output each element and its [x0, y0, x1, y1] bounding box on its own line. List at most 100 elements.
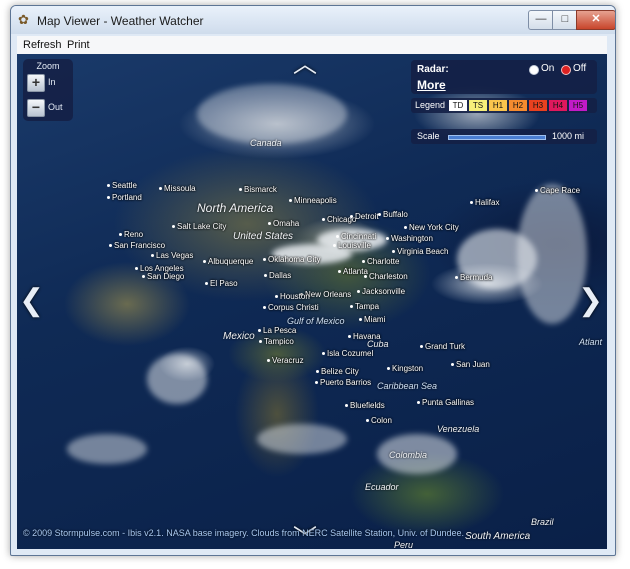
region-label: North America — [197, 201, 274, 215]
city-label: Detroit — [350, 212, 379, 221]
city-label: Oklahoma City — [263, 255, 320, 264]
city-label: Louisville — [333, 241, 371, 250]
city-label: Minneapolis — [289, 196, 337, 205]
legend-chip-ts: TS — [469, 100, 487, 111]
city-label: Cape Race — [535, 186, 580, 195]
zoom-in-button[interactable]: + — [27, 74, 45, 92]
city-label: Tampico — [259, 337, 294, 346]
city-label: Missoula — [159, 184, 196, 193]
legend-label: Legend — [415, 100, 446, 110]
legend-chip-td: TD — [449, 100, 467, 111]
radar-on-radio[interactable] — [529, 65, 539, 75]
weather-map[interactable]: ︿ ﹀ ❮ ❯ Zoom + In − Out Radar: More On O… — [17, 54, 607, 549]
city-label: La Pesca — [258, 326, 296, 335]
region-label: Atlant — [579, 337, 603, 347]
scale-bar — [448, 135, 546, 140]
city-label: Reno — [119, 230, 143, 239]
legend-chip-h5: H5 — [569, 100, 587, 111]
city-label: Veracruz — [267, 356, 304, 365]
city-label: San Francisco — [109, 241, 165, 250]
city-label: Virginia Beach — [392, 247, 448, 256]
cloud — [257, 424, 347, 454]
city-label: Charleston — [364, 272, 408, 281]
region-label: Gulf of Mexico — [287, 316, 345, 326]
city-label: Bluefields — [345, 401, 385, 410]
city-label: San Juan — [451, 360, 490, 369]
city-label: Corpus Christi — [263, 303, 319, 312]
app-icon: ✿ — [18, 12, 29, 27]
menu-bar: Refresh Print — [17, 36, 607, 55]
city-label: Tampa — [350, 302, 379, 311]
city-label: Grand Turk — [420, 342, 465, 351]
zoom-panel: Zoom + In − Out — [23, 59, 73, 121]
radar-label: Radar: — [417, 64, 449, 75]
city-label: El Paso — [205, 279, 238, 288]
legend-chip-h1: H1 — [489, 100, 507, 111]
menu-item-refresh[interactable]: Refresh — [23, 39, 62, 51]
city-label: Colon — [366, 416, 392, 425]
maximize-button[interactable]: □ — [552, 10, 578, 30]
city-label: Salt Lake City — [172, 222, 226, 231]
zoom-in-label: In — [48, 77, 56, 87]
city-label: Bermuda — [455, 273, 492, 282]
radar-panel: Radar: More On Off — [411, 60, 597, 94]
legend-chip-h4: H4 — [549, 100, 567, 111]
city-label: Houston — [275, 292, 310, 301]
scale-label: Scale — [417, 131, 440, 141]
menu-item-print[interactable]: Print — [67, 39, 90, 51]
scale-value: 1000 mi — [552, 131, 585, 141]
city-label: Jacksonville — [357, 287, 405, 296]
city-label: Portland — [107, 193, 142, 202]
region-label: Brazil — [531, 517, 554, 527]
minimize-button[interactable]: — — [528, 10, 554, 30]
radar-off-label: Off — [573, 63, 587, 74]
cloud — [67, 434, 147, 464]
radar-more-link[interactable]: More — [417, 78, 446, 92]
city-label: Charlotte — [362, 257, 399, 266]
city-label: Havana — [348, 332, 381, 341]
city-label: Isla Cozumel — [322, 349, 373, 358]
window-title: Map Viewer - Weather Watcher — [37, 14, 204, 28]
city-label: New York City — [404, 223, 459, 232]
city-label: Albuquerque — [203, 257, 253, 266]
title-bar: ✿ Map Viewer - Weather Watcher — □ ✕ — [11, 6, 615, 34]
region-label: Caribbean Sea — [377, 381, 438, 391]
pan-right-arrow-icon[interactable]: ❯ — [578, 286, 603, 316]
cloud — [517, 184, 587, 324]
app-window: ✿ Map Viewer - Weather Watcher — □ ✕ Ref… — [10, 5, 616, 556]
city-label: Belize City — [316, 367, 359, 376]
city-label: Seattle — [107, 181, 137, 190]
city-label: San Diego — [142, 272, 184, 281]
storm-legend: Legend TD TS H1 H2 H3 H4 H5 — [411, 98, 597, 113]
legend-chip-h2: H2 — [509, 100, 527, 111]
region-label: Peru — [394, 540, 414, 549]
city-label: Omaha — [268, 219, 299, 228]
city-label: Buffalo — [378, 210, 408, 219]
zoom-header: Zoom — [36, 61, 60, 71]
region-label: United States — [233, 231, 294, 242]
region-label: South America — [465, 531, 531, 542]
region-label: Ecuador — [365, 482, 399, 492]
map-scale: Scale 1000 mi — [411, 129, 597, 144]
attribution-footer: © 2009 Stormpulse.com - Ibis v2.1. NASA … — [23, 528, 464, 538]
radar-off-radio[interactable] — [561, 65, 571, 75]
region-label: Colombia — [389, 450, 428, 460]
city-label: Cincinnati — [336, 232, 376, 241]
city-label: Halifax — [470, 198, 499, 207]
region-label: Mexico — [223, 331, 255, 342]
city-label: Miami — [359, 315, 385, 324]
pan-left-arrow-icon[interactable]: ❮ — [19, 286, 44, 316]
city-label: Puerto Barrios — [315, 378, 371, 387]
region-label: Canada — [250, 138, 282, 148]
zoom-out-label: Out — [48, 102, 63, 112]
cloud — [197, 84, 347, 144]
cloud — [147, 354, 207, 404]
zoom-out-button[interactable]: − — [27, 99, 45, 117]
legend-chip-h3: H3 — [529, 100, 547, 111]
radar-on-label: On — [541, 63, 555, 74]
city-label: Las Vegas — [151, 251, 193, 260]
close-button[interactable]: ✕ — [576, 10, 615, 30]
region-label: Venezuela — [437, 424, 480, 434]
pan-up-arrow-icon[interactable]: ︿ — [293, 54, 317, 80]
city-label: Dallas — [264, 271, 291, 280]
